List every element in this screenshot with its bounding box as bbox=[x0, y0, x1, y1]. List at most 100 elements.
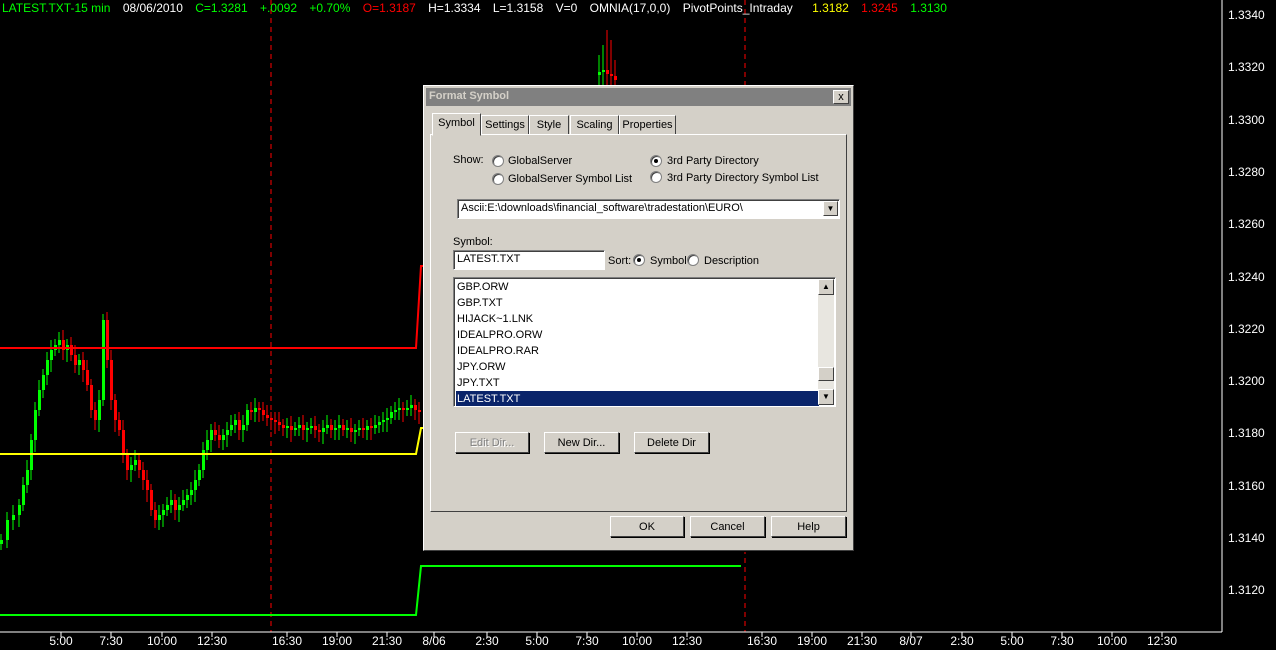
radio-globalserver[interactable] bbox=[492, 155, 504, 167]
candle-body bbox=[334, 428, 337, 430]
candle-body bbox=[306, 428, 309, 430]
candle-body bbox=[222, 435, 225, 440]
candle-body bbox=[194, 480, 197, 490]
tab-style[interactable]: Style bbox=[529, 115, 569, 135]
candle-body bbox=[50, 350, 53, 360]
candle-body bbox=[42, 375, 45, 390]
candle-body bbox=[82, 360, 85, 370]
candle-body bbox=[94, 410, 97, 420]
candle-body bbox=[338, 425, 341, 428]
price-tick-label: 1.3120 bbox=[1228, 583, 1265, 598]
list-item[interactable]: HIJACK~1.LNK bbox=[456, 311, 819, 327]
candle-body bbox=[182, 500, 185, 505]
dialog-title: Format Symbol bbox=[429, 90, 510, 102]
time-tick-label: 7:30 bbox=[99, 634, 123, 648]
scroll-down-icon[interactable]: ▼ bbox=[818, 389, 834, 405]
price-tick-label: 1.3260 bbox=[1228, 217, 1265, 232]
candle-body bbox=[322, 428, 325, 432]
candle-body bbox=[198, 470, 201, 480]
time-tick-label: 21:30 bbox=[846, 634, 878, 648]
candle-body bbox=[174, 500, 177, 510]
candle-body bbox=[606, 70, 609, 74]
list-item[interactable]: IDEALPRO.RAR bbox=[456, 343, 819, 359]
list-item[interactable]: JPY.ORW bbox=[456, 359, 819, 375]
candle-body bbox=[78, 360, 81, 365]
candle-body bbox=[130, 465, 133, 470]
candle-body bbox=[406, 408, 409, 410]
pivot-value: 1.3182 bbox=[812, 1, 849, 15]
edit-dir-button[interactable]: Edit Dir... bbox=[455, 432, 529, 453]
low-label: L=1.3158 bbox=[492, 1, 544, 15]
candle-body bbox=[46, 360, 49, 375]
dialog-titlebar[interactable]: Format Symbol x bbox=[426, 88, 851, 106]
delete-dir-button[interactable]: Delete Dir bbox=[634, 432, 709, 453]
candle-body bbox=[226, 430, 229, 435]
symbol-input[interactable]: LATEST.TXT bbox=[453, 250, 605, 270]
candle-body bbox=[38, 390, 41, 410]
time-tick-label: 19:00 bbox=[796, 634, 828, 648]
radio-3rd-party-symbol-list[interactable] bbox=[650, 171, 662, 183]
option-3rd-party-symbol-list: 3rd Party Directory Symbol List bbox=[667, 172, 819, 184]
list-item[interactable]: LATEST.TXT bbox=[456, 391, 819, 406]
candle-body bbox=[134, 460, 137, 465]
radio-3rd-party-directory[interactable] bbox=[650, 155, 662, 167]
scroll-up-icon[interactable]: ▲ bbox=[818, 279, 834, 295]
time-tick-label: 12:30 bbox=[196, 634, 228, 648]
help-button[interactable]: Help bbox=[771, 516, 846, 537]
candle-body bbox=[166, 505, 169, 510]
price-tick-label: 1.3180 bbox=[1228, 426, 1265, 441]
candle-body bbox=[598, 72, 601, 75]
candle-body bbox=[414, 405, 417, 410]
indicator2-label: PivotPoints_Intraday bbox=[682, 1, 793, 15]
candle-body bbox=[258, 408, 261, 410]
price-tick-label: 1.3320 bbox=[1228, 60, 1265, 75]
cancel-button[interactable]: Cancel bbox=[690, 516, 765, 537]
open-label: O=1.3187 bbox=[362, 1, 416, 15]
candle-body bbox=[274, 420, 277, 422]
symbol-tab-panel: Show: GlobalServer GlobalServer Symbol L… bbox=[430, 134, 847, 512]
candle-body bbox=[302, 425, 305, 430]
sort-description-label: Description bbox=[704, 255, 760, 267]
candle-body bbox=[90, 385, 93, 410]
resistance-value: 1.3245 bbox=[861, 1, 898, 15]
candle-body bbox=[154, 510, 157, 520]
candle-body bbox=[286, 426, 289, 428]
list-item[interactable]: GBP.ORW bbox=[456, 279, 819, 295]
symbol-input-value: LATEST.TXT bbox=[457, 253, 521, 265]
tab-symbol[interactable]: Symbol bbox=[432, 113, 481, 136]
candle-body bbox=[190, 490, 193, 495]
list-item[interactable]: GBP.TXT bbox=[456, 295, 819, 311]
time-tick-label: 5:00 bbox=[1000, 634, 1024, 648]
candle-body bbox=[342, 425, 345, 430]
tab-settings[interactable]: Settings bbox=[481, 115, 529, 135]
list-scrollbar[interactable]: ▲ ▼ bbox=[818, 279, 834, 405]
list-item[interactable]: JPY.TXT bbox=[456, 375, 819, 391]
radio-sort-symbol[interactable] bbox=[633, 254, 645, 266]
close-label: C=1.3281 bbox=[195, 1, 248, 15]
scroll-thumb[interactable] bbox=[818, 367, 834, 381]
ok-button[interactable]: OK bbox=[610, 516, 684, 537]
list-item[interactable]: IDEALPRO.ORW bbox=[456, 327, 819, 343]
price-tick-label: 1.3200 bbox=[1228, 374, 1265, 389]
candle-body bbox=[74, 355, 77, 365]
indicator1-label: OMNIA(17,0,0) bbox=[589, 1, 671, 15]
tab-scaling[interactable]: Scaling bbox=[570, 115, 619, 135]
file-list[interactable]: GBP.ORW GBP.TXT HIJACK~1.LNK IDEALPRO.ORW ID… bbox=[453, 277, 836, 407]
chevron-down-icon[interactable]: ▼ bbox=[823, 201, 838, 216]
tab-properties[interactable]: Properties bbox=[619, 115, 676, 135]
close-button[interactable]: x bbox=[833, 90, 849, 104]
candle-body bbox=[266, 415, 269, 418]
format-symbol-dialog: Format Symbol x Symbol Settings Style Sc… bbox=[423, 85, 854, 551]
candle-body bbox=[234, 420, 237, 425]
candle-body bbox=[602, 70, 605, 72]
time-tick-label: 5:00 bbox=[525, 634, 549, 648]
candle-body bbox=[118, 420, 121, 430]
radio-sort-description[interactable] bbox=[687, 254, 699, 266]
sort-symbol-label: Symbol bbox=[650, 255, 687, 267]
candle-body bbox=[210, 430, 213, 440]
radio-globalserver-symbol-list[interactable] bbox=[492, 173, 504, 185]
directory-combo[interactable]: Ascii:E:\downloads\financial_software\tr… bbox=[457, 199, 840, 219]
candle-body bbox=[314, 426, 317, 430]
new-dir-button[interactable]: New Dir... bbox=[544, 432, 619, 453]
candle-body bbox=[22, 485, 25, 505]
